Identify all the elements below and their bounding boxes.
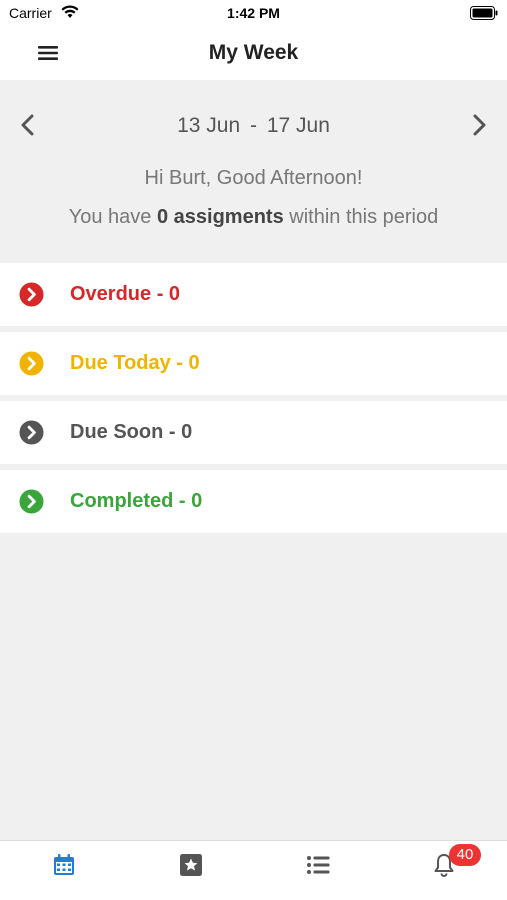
- range-separator: -: [250, 114, 257, 137]
- assignment-summary: You have 0 assigments within this period: [0, 206, 507, 229]
- chevron-right-circle-icon: [19, 420, 44, 445]
- notification-badge: 40: [449, 844, 481, 866]
- assignment-prefix: You have: [68, 206, 157, 228]
- battery-icon: [470, 6, 498, 20]
- period-header: 13 Jun - 17 Jun Hi Burt, Good Afternoon!…: [0, 80, 507, 260]
- navigation-bar: My Week: [0, 28, 507, 80]
- chevron-right-circle-icon: [19, 489, 44, 514]
- status-row-due-soon[interactable]: Due Soon - 0: [0, 401, 507, 464]
- chevron-right-icon[interactable]: [468, 113, 490, 137]
- range-end: 17 Jun: [266, 114, 330, 137]
- calendar-icon[interactable]: [50, 851, 78, 879]
- assignment-suffix: within this period: [283, 206, 439, 228]
- status-row-completed[interactable]: Completed - 0: [0, 470, 507, 533]
- tab-bar: [0, 840, 507, 900]
- assignment-count: 0 assigments: [156, 206, 284, 228]
- chevron-right-circle-icon: [19, 282, 44, 307]
- clock: 1:42 PM: [227, 5, 280, 21]
- date-range: 13 Jun - 17 Jun: [0, 114, 507, 138]
- page-title: My Week: [208, 41, 299, 64]
- status-label: Overdue - 0: [70, 283, 181, 305]
- status-bar: Carrier 1:42 PM: [0, 0, 507, 28]
- status-row-overdue[interactable]: Overdue - 0: [0, 263, 507, 326]
- status-label: Due Today - 0: [70, 352, 200, 374]
- star-box-icon[interactable]: [177, 851, 205, 879]
- status-label: Completed - 0: [70, 490, 203, 512]
- list-icon[interactable]: [304, 851, 332, 879]
- status-row-due-today[interactable]: Due Today - 0: [0, 332, 507, 395]
- range-start: 13 Jun: [177, 114, 241, 137]
- greeting-text: Hi Burt, Good Afternoon!: [144, 167, 363, 189]
- status-label: Due Soon - 0: [70, 421, 193, 443]
- chevron-right-circle-icon: [19, 351, 44, 376]
